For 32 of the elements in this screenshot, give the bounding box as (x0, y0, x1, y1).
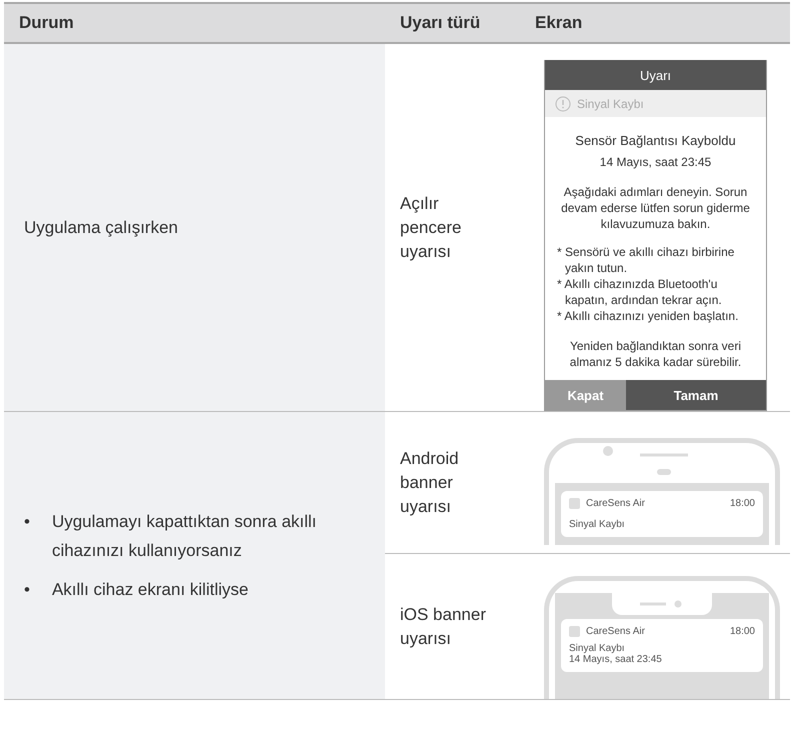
app-icon (569, 626, 580, 637)
app-name: CareSens Air (586, 498, 645, 509)
column-header: Uyarı türü (400, 13, 480, 32)
step-text: * Akıllı cihazınızı yeniden başlatın. (557, 309, 738, 323)
exclamation-circle-icon (555, 96, 571, 112)
dialog-title: Uyarı (545, 60, 766, 90)
time-text: 18:00 (730, 626, 755, 637)
alert-type-text: Android banner uyarısı (400, 448, 460, 518)
date-text: 14 Mayıs, saat 23:45 (600, 155, 712, 169)
notification-text: 14 Mayıs, saat 23:45 (569, 654, 663, 665)
condition-text: Uygulamayı kapattıktan sonra akıllı cihazınızı kullanıyorsanız (52, 511, 318, 562)
step-text: * Sensörü ve akıllı cihazı birbirine yakın tutun. (557, 245, 734, 275)
column-header: Durum (19, 13, 74, 32)
app-name: CareSens Air (586, 626, 645, 637)
message-heading: Sensör Bağlantısı Kayboldu (575, 133, 736, 148)
app-icon (569, 498, 580, 509)
notification-text: Sinyal Kaybı (569, 519, 626, 530)
condition-text: Akıllı cihaz ekranı kilitliyse (52, 579, 248, 601)
condition-text: Uygulama çalışırken (24, 217, 178, 239)
time-text: 18:00 (730, 498, 755, 509)
bullet-marker: • (24, 511, 30, 533)
note-text: Yeniden bağlandıktan sonra veri almanız 5 dakika kadar sürebilir. (570, 339, 742, 369)
message-text: Aşağıdaki adımları deneyin. Sorun devam ederse lütfen sorun giderme kılavuzumuza bakın. (561, 185, 750, 231)
alert-type-text: iOS banner uyarısı (400, 604, 487, 650)
step-text: * Akıllı cihazınızda Bluetooth'u kapatın, ardından tekrar açın. (557, 277, 722, 307)
notification-text: Sinyal Kaybı (569, 643, 626, 654)
subtitle-text: Sinyal Kaybı (577, 96, 644, 110)
ok-button[interactable]: Tamam (626, 380, 766, 410)
bullet-marker: • (24, 579, 30, 601)
column-header: Ekran (535, 13, 582, 32)
alert-type-text: Açılır pencere uyarısı (400, 192, 462, 262)
speaker-camera-icon (640, 600, 684, 608)
